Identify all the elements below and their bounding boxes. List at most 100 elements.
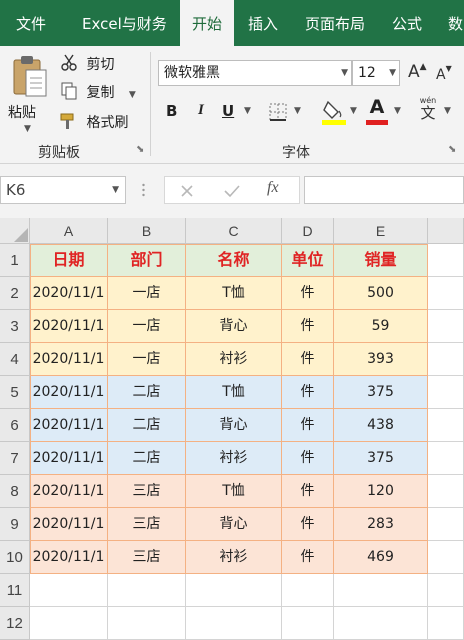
cell-department[interactable]: 三店 bbox=[108, 508, 186, 541]
drag-handle-icon[interactable] bbox=[142, 182, 145, 198]
empty-cell[interactable] bbox=[282, 574, 334, 607]
empty-cell[interactable] bbox=[30, 574, 108, 607]
empty-cell[interactable] bbox=[428, 607, 464, 640]
tab-insert[interactable]: 插入 bbox=[248, 0, 278, 46]
empty-cell[interactable] bbox=[186, 607, 282, 640]
enter-check-icon[interactable] bbox=[223, 183, 241, 199]
cell-name[interactable]: 背心 bbox=[186, 508, 282, 541]
cell-department[interactable]: 三店 bbox=[108, 475, 186, 508]
cell-name[interactable]: 背心 bbox=[186, 310, 282, 343]
cell-unit[interactable]: 件 bbox=[282, 376, 334, 409]
row-header-12[interactable]: 12 bbox=[0, 607, 30, 640]
cell-sales[interactable]: 59 bbox=[334, 310, 428, 343]
cell-unit[interactable]: 件 bbox=[282, 310, 334, 343]
row-header-11[interactable]: 11 bbox=[0, 574, 30, 607]
select-all-corner[interactable] bbox=[0, 218, 30, 244]
borders-button[interactable] bbox=[268, 102, 290, 128]
column-header-d[interactable]: D bbox=[282, 218, 334, 244]
format-painter-button[interactable]: 格式刷 bbox=[60, 112, 128, 132]
underline-dropdown-icon[interactable]: ▼ bbox=[244, 106, 251, 116]
worksheet-grid[interactable]: A B C D E 1 2 3 4 5 6 7 8 9 10 11 12 日期 部门 名称 单位 销量 2020/11/1 一… bbox=[0, 218, 464, 640]
empty-cell[interactable] bbox=[428, 508, 464, 541]
cancel-icon[interactable] bbox=[179, 183, 195, 199]
empty-cell[interactable] bbox=[428, 277, 464, 310]
cell-name[interactable]: T恤 bbox=[186, 376, 282, 409]
tab-data[interactable]: 数 bbox=[448, 0, 463, 46]
phonetic-dropdown-icon[interactable]: ▼ bbox=[444, 106, 451, 116]
cell-name[interactable]: 衬衫 bbox=[186, 541, 282, 574]
cell-date[interactable]: 2020/11/1 bbox=[30, 508, 108, 541]
cell-unit[interactable]: 件 bbox=[282, 508, 334, 541]
empty-cell[interactable] bbox=[108, 607, 186, 640]
tab-home[interactable]: 开始 bbox=[180, 0, 234, 46]
row-header-4[interactable]: 4 bbox=[0, 343, 30, 376]
copy-dropdown-icon[interactable]: ▼ bbox=[129, 90, 136, 100]
row-header-3[interactable]: 3 bbox=[0, 310, 30, 343]
column-header-b[interactable]: B bbox=[108, 218, 186, 244]
empty-cell[interactable] bbox=[30, 607, 108, 640]
font-color-dropdown-icon[interactable]: ▼ bbox=[394, 106, 401, 116]
cell-department[interactable]: 二店 bbox=[108, 409, 186, 442]
empty-cell[interactable] bbox=[428, 310, 464, 343]
cell-unit[interactable]: 件 bbox=[282, 442, 334, 475]
cell-date[interactable]: 2020/11/1 bbox=[30, 409, 108, 442]
empty-cell[interactable] bbox=[108, 574, 186, 607]
header-cell-department[interactable]: 部门 bbox=[108, 244, 186, 277]
cell-unit[interactable]: 件 bbox=[282, 277, 334, 310]
cell-department[interactable]: 二店 bbox=[108, 376, 186, 409]
cell-name[interactable]: 衬衫 bbox=[186, 343, 282, 376]
column-header-f[interactable] bbox=[428, 218, 464, 244]
cell-date[interactable]: 2020/11/1 bbox=[30, 376, 108, 409]
phonetic-button[interactable]: wén 文 bbox=[416, 96, 440, 121]
empty-cell[interactable] bbox=[428, 541, 464, 574]
cell-unit[interactable]: 件 bbox=[282, 343, 334, 376]
tab-file[interactable]: 文件 bbox=[16, 0, 46, 46]
underline-button[interactable]: U bbox=[222, 102, 234, 120]
header-cell-sales[interactable]: 销量 bbox=[334, 244, 428, 277]
row-header-6[interactable]: 6 bbox=[0, 409, 30, 442]
font-name-combo[interactable]: 微软雅黑 ▼ bbox=[158, 60, 352, 86]
cell-sales[interactable]: 120 bbox=[334, 475, 428, 508]
row-header-5[interactable]: 5 bbox=[0, 376, 30, 409]
fill-color-dropdown-icon[interactable]: ▼ bbox=[350, 106, 357, 116]
tab-page-layout[interactable]: 页面布局 bbox=[305, 0, 365, 46]
row-header-2[interactable]: 2 bbox=[0, 277, 30, 310]
italic-button[interactable]: I bbox=[198, 102, 204, 119]
cell-department[interactable]: 一店 bbox=[108, 277, 186, 310]
paste-dropdown-icon[interactable]: ▼ bbox=[24, 124, 31, 134]
cell-name[interactable]: 衬衫 bbox=[186, 442, 282, 475]
column-header-a[interactable]: A bbox=[30, 218, 108, 244]
empty-cell[interactable] bbox=[428, 244, 464, 277]
font-launcher-icon[interactable]: ⬊ bbox=[448, 144, 456, 155]
row-header-1[interactable]: 1 bbox=[0, 244, 30, 277]
row-header-7[interactable]: 7 bbox=[0, 442, 30, 475]
cell-department[interactable]: 三店 bbox=[108, 541, 186, 574]
cell-sales[interactable]: 469 bbox=[334, 541, 428, 574]
empty-cell[interactable] bbox=[282, 607, 334, 640]
row-header-9[interactable]: 9 bbox=[0, 508, 30, 541]
row-header-10[interactable]: 10 bbox=[0, 541, 30, 574]
clipboard-launcher-icon[interactable]: ⬊ bbox=[136, 144, 144, 155]
column-header-e[interactable]: E bbox=[334, 218, 428, 244]
header-cell-name[interactable]: 名称 bbox=[186, 244, 282, 277]
empty-cell[interactable] bbox=[428, 475, 464, 508]
cell-sales[interactable]: 438 bbox=[334, 409, 428, 442]
cell-date[interactable]: 2020/11/1 bbox=[30, 277, 108, 310]
cell-department[interactable]: 一店 bbox=[108, 310, 186, 343]
tab-excel-finance[interactable]: Excel与财务 bbox=[82, 0, 167, 46]
cell-department[interactable]: 一店 bbox=[108, 343, 186, 376]
shrink-font-button[interactable]: A▼ bbox=[436, 64, 452, 83]
cell-date[interactable]: 2020/11/1 bbox=[30, 310, 108, 343]
cell-sales[interactable]: 393 bbox=[334, 343, 428, 376]
empty-cell[interactable] bbox=[428, 409, 464, 442]
header-cell-unit[interactable]: 单位 bbox=[282, 244, 334, 277]
header-cell-date[interactable]: 日期 bbox=[30, 244, 108, 277]
font-size-combo[interactable]: 12 ▼ bbox=[352, 60, 400, 86]
cell-unit[interactable]: 件 bbox=[282, 409, 334, 442]
empty-cell[interactable] bbox=[428, 343, 464, 376]
cell-sales[interactable]: 375 bbox=[334, 376, 428, 409]
cell-date[interactable]: 2020/11/1 bbox=[30, 541, 108, 574]
cell-unit[interactable]: 件 bbox=[282, 541, 334, 574]
chevron-down-icon[interactable]: ▼ bbox=[389, 61, 396, 85]
cell-name[interactable]: 背心 bbox=[186, 409, 282, 442]
